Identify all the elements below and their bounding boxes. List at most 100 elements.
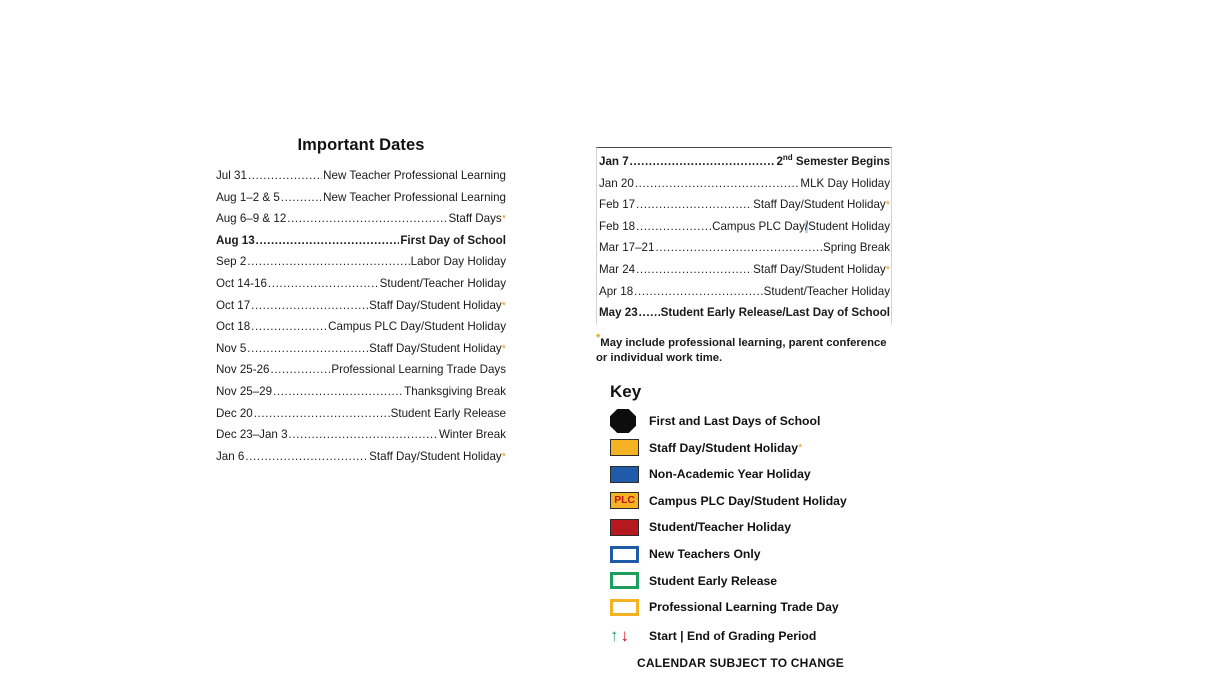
date-row-leader-dots: ........................................… bbox=[251, 320, 327, 334]
grading-period-label: Start | End of Grading Period bbox=[649, 628, 817, 643]
key-swatch-outline-blue bbox=[610, 545, 644, 563]
date-row: Oct 17..................................… bbox=[216, 295, 506, 317]
key-swatch-filled-red bbox=[610, 518, 644, 536]
footnote-text: May include professional learning, paren… bbox=[596, 336, 887, 365]
date-row: Aug 1–2 & 5.............................… bbox=[216, 187, 506, 209]
key-row: Staff Day/Student Holiday * bbox=[610, 434, 892, 461]
date-row: Mar 17–21...............................… bbox=[598, 237, 890, 259]
date-row-leader-dots: ........................................… bbox=[636, 198, 752, 212]
date-row-label: Nov 25–29 bbox=[216, 384, 273, 398]
date-row-label: Aug 13 bbox=[216, 233, 255, 247]
date-row: Apr 18..................................… bbox=[598, 281, 890, 303]
date-row: Feb 18..................................… bbox=[598, 216, 890, 238]
date-row: Jan 7...................................… bbox=[598, 151, 890, 173]
date-row: Aug 13..................................… bbox=[216, 230, 506, 252]
spring-dates-list: Jan 7...................................… bbox=[598, 151, 890, 324]
date-row-leader-dots: ........................................… bbox=[253, 406, 390, 420]
date-row-description: Staff Day/Student Holiday bbox=[753, 198, 886, 212]
date-row-leader-dots: ........................................… bbox=[270, 363, 331, 377]
key-item-label: Professional Learning Trade Day bbox=[649, 600, 839, 615]
date-row: Sep 2...................................… bbox=[216, 251, 506, 273]
arrow-up-icon: ↑ bbox=[610, 626, 619, 646]
date-row: Dec 23–Jan 3............................… bbox=[216, 424, 506, 446]
key-item-label: First and Last Days of School bbox=[649, 414, 821, 429]
swatch-shape bbox=[610, 598, 639, 616]
calendar-subject-to-change-note: CALENDAR SUBJECT TO CHANGE bbox=[637, 656, 844, 671]
date-row-label: Mar 17–21 bbox=[599, 241, 655, 255]
key-row: Student/Teacher Holiday bbox=[610, 514, 892, 541]
date-row-description: Campus PLC Day/Student Holiday bbox=[712, 219, 890, 233]
date-row-description: Thanksgiving Break bbox=[404, 384, 506, 398]
date-row-label: Nov 5 bbox=[216, 341, 247, 355]
date-row-leader-dots: ........................................… bbox=[247, 169, 322, 182]
date-row-leader-dots: ........................................… bbox=[245, 449, 368, 463]
key-legend-list: First and Last Days of School Staff Day/S… bbox=[610, 408, 892, 621]
date-row-description: New Teacher Professional Learning bbox=[323, 169, 506, 182]
date-row-description: Labor Day Holiday bbox=[410, 255, 506, 269]
date-row: Nov 25-26...............................… bbox=[216, 359, 506, 381]
date-row: Jan 20..................................… bbox=[598, 173, 890, 195]
swatch-shape: PLC bbox=[610, 492, 639, 510]
date-row-description: Student/Teacher Holiday bbox=[763, 284, 890, 298]
key-swatch-plc-box: PLC bbox=[610, 492, 644, 510]
date-row-label: Aug 1–2 & 5 bbox=[216, 190, 280, 204]
date-row-description: Winter Break bbox=[438, 428, 506, 442]
date-row-leader-dots: ........................................… bbox=[636, 219, 711, 233]
grading-period-arrows: ↑ ↓ bbox=[610, 627, 644, 644]
swatch-shape bbox=[610, 572, 639, 590]
important-dates-list: Jul 31..................................… bbox=[216, 165, 506, 467]
date-row: Oct 14-16...............................… bbox=[216, 273, 506, 295]
ordinal-superscript: nd bbox=[782, 153, 793, 163]
date-row: Nov 5...................................… bbox=[216, 338, 506, 360]
key-row: Student Early Release bbox=[610, 567, 892, 594]
date-row-label: Mar 24 bbox=[599, 262, 636, 276]
date-row-label: Jan 7 bbox=[599, 155, 629, 168]
key-item-label: Campus PLC Day/Student Holiday bbox=[649, 493, 847, 508]
date-row-leader-dots: ........................................… bbox=[634, 176, 800, 190]
date-row: Feb 17..................................… bbox=[598, 194, 890, 216]
date-row-leader-dots: ........................................… bbox=[273, 384, 403, 398]
key-item-label: Non-Academic Year Holiday bbox=[649, 467, 811, 482]
date-row-leader-dots: ........................................… bbox=[634, 284, 763, 298]
date-row-leader-dots: ........................................… bbox=[636, 262, 752, 276]
date-row-label: Apr 18 bbox=[599, 284, 634, 298]
date-row-description: Professional Learning Trade Days bbox=[331, 363, 506, 377]
date-row-description: Spring Break bbox=[822, 241, 890, 255]
date-row-description: Student Early Release/Last Day of School bbox=[660, 306, 890, 320]
date-row-label: May 23 bbox=[599, 306, 638, 320]
date-row: Dec 20..................................… bbox=[216, 403, 506, 425]
key-item-label: Student/Teacher Holiday bbox=[649, 520, 791, 535]
date-row: Jan 6...................................… bbox=[216, 446, 506, 468]
swatch-shape bbox=[610, 465, 639, 483]
swatch-shape bbox=[610, 439, 639, 457]
date-row-label: Dec 23–Jan 3 bbox=[216, 428, 288, 442]
key-item-label: New Teachers Only bbox=[649, 547, 761, 562]
date-row-label: Sep 2 bbox=[216, 255, 247, 269]
date-row-leader-dots: ........................................… bbox=[287, 212, 448, 226]
date-row-leader-dots: ........................................… bbox=[255, 233, 400, 247]
date-row: Oct 18..................................… bbox=[216, 316, 506, 338]
date-row-label: Dec 20 bbox=[216, 406, 253, 420]
key-heading: Key bbox=[610, 381, 642, 401]
date-row-description: Student/Teacher Holiday bbox=[379, 276, 506, 290]
date-row-description: Campus PLC Day/Student Holiday bbox=[328, 320, 506, 334]
date-row-description: Staff Day/Student Holiday bbox=[369, 449, 502, 463]
date-row: Aug 6–9 & 12............................… bbox=[216, 208, 506, 230]
footnote: *May include professional learning, pare… bbox=[596, 332, 888, 367]
date-row-leader-dots: ........................................… bbox=[247, 255, 409, 269]
date-row-description: New Teacher Professional Learning bbox=[323, 190, 506, 204]
key-row: New Teachers Only bbox=[610, 541, 892, 568]
date-row-label: Feb 17 bbox=[599, 198, 636, 212]
date-row-leader-dots: ........................................… bbox=[638, 306, 660, 320]
key-swatch-octagon-black bbox=[610, 409, 644, 434]
date-row: Mar 24..................................… bbox=[598, 259, 890, 281]
date-row-description: Staff Days bbox=[448, 212, 502, 226]
date-row: May 23..................................… bbox=[598, 302, 890, 324]
key-swatch-outline-green bbox=[610, 572, 644, 590]
spring-dates-and-key-column: Jan 7...................................… bbox=[596, 147, 892, 670]
date-row-description: Staff Day/Student Holiday bbox=[369, 298, 502, 312]
date-row-label: Jan 6 bbox=[216, 449, 245, 463]
page-title: Important Dates bbox=[297, 136, 425, 154]
date-row-leader-dots: ........................................… bbox=[251, 298, 368, 312]
key-swatch-filled-gold bbox=[610, 439, 644, 457]
